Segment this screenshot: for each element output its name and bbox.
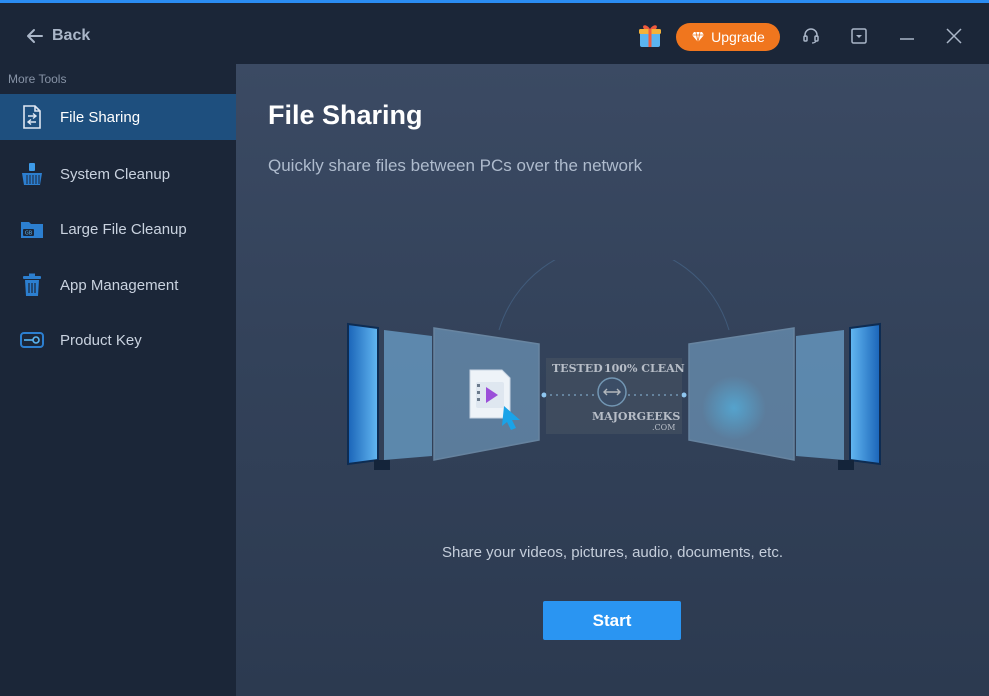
title-bar: Back Upgrade	[0, 0, 989, 64]
menu-dropdown-icon[interactable]	[850, 27, 868, 45]
sidebar-item-label: Product Key	[60, 331, 142, 349]
key-icon	[20, 332, 44, 348]
start-button[interactable]: Start	[543, 601, 681, 640]
sidebar-item-label: App Management	[60, 276, 179, 294]
back-label: Back	[52, 27, 91, 44]
file-sharing-icon	[23, 105, 41, 129]
gift-icon[interactable]	[636, 21, 664, 49]
sidebar-item-label: Large File Cleanup	[60, 220, 187, 238]
upgrade-label: Upgrade	[711, 29, 765, 45]
majorgeeks-watermark: TESTED 100% CLEAN MAJORGEEKS .COM	[546, 358, 685, 434]
arrow-left-icon	[27, 29, 43, 43]
page-title: File Sharing	[268, 100, 423, 130]
diamond-icon	[692, 31, 705, 43]
upgrade-button[interactable]: Upgrade	[676, 23, 780, 51]
watermark-line4: .COM	[652, 423, 675, 432]
left-monitor	[347, 322, 379, 466]
headset-icon[interactable]	[802, 27, 820, 45]
right-monitor	[849, 322, 881, 466]
sidebar: More Tools File Sharing System Cleanup G…	[0, 64, 236, 696]
sidebar-item-app-management[interactable]: App Management	[0, 262, 236, 308]
page-subtitle: Quickly share files between PCs over the…	[268, 156, 643, 175]
back-button[interactable]: Back	[26, 23, 90, 49]
minimize-icon[interactable]	[898, 27, 916, 45]
svg-text:GB: GB	[25, 231, 33, 237]
close-icon[interactable]	[945, 27, 963, 45]
watermark-line1: TESTED	[552, 362, 603, 375]
sidebar-item-product-key[interactable]: Product Key	[0, 317, 236, 363]
sidebar-item-system-cleanup[interactable]: System Cleanup	[0, 151, 236, 197]
broom-icon	[22, 163, 42, 185]
sidebar-item-large-file-cleanup[interactable]: GB Large File Cleanup	[0, 206, 236, 252]
watermark-line3: MAJORGEEKS	[592, 410, 680, 423]
app-window: Back Upgrade More Tools File Sharing Sys…	[0, 0, 989, 696]
sidebar-item-label: System Cleanup	[60, 165, 171, 183]
watermark-line2: 100% CLEAN	[604, 362, 685, 375]
trash-icon	[23, 273, 41, 296]
sidebar-header: More Tools	[8, 72, 67, 86]
feature-caption: Share your videos, pictures, audio, docu…	[441, 544, 783, 561]
folder-gb-icon: GB	[21, 222, 43, 238]
sidebar-item-label: File Sharing	[60, 108, 141, 126]
main-panel: File Sharing Quickly share files between…	[236, 64, 989, 696]
file-sharing-illustration: TESTED 100% CLEAN MAJORGEEKS .COM	[347, 260, 881, 470]
sidebar-item-file-sharing[interactable]: File Sharing	[0, 94, 236, 140]
